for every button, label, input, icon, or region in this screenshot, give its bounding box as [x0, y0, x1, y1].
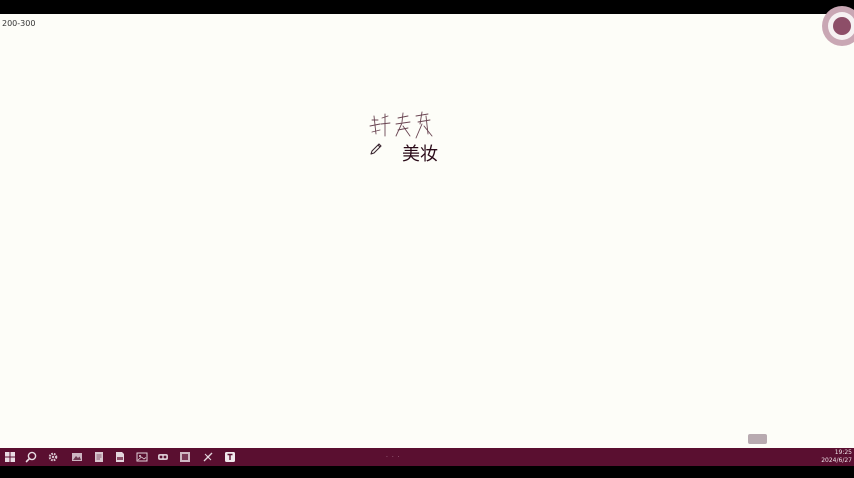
mixed-reality-icon[interactable]: [156, 450, 170, 464]
search-icon[interactable]: [24, 450, 38, 464]
camera-lens-icon: [833, 17, 851, 35]
scroll-thumb[interactable]: [748, 434, 767, 444]
pencil-icon[interactable]: [369, 142, 383, 156]
sketch-tool-icon[interactable]: [201, 450, 215, 464]
gallery-icon[interactable]: [178, 450, 192, 464]
text-app-icon[interactable]: [223, 450, 237, 464]
handwritten-strokes: [369, 111, 433, 139]
page-range-label: 200-300: [2, 19, 36, 28]
document-icon[interactable]: [113, 450, 127, 464]
camera-overlay: [822, 6, 854, 46]
clock-time: 19:25: [834, 449, 852, 456]
system-clock[interactable]: 19:25 2024/6/27: [821, 449, 852, 465]
photos-icon[interactable]: [70, 450, 84, 464]
note-canvas[interactable]: 200-300 美妆: [0, 6, 854, 448]
screen: 200-300 美妆 · · · 19:25 2024/6/27: [0, 0, 854, 478]
notes-icon[interactable]: [92, 450, 106, 464]
typed-word: 美妆: [402, 144, 438, 165]
image-viewer-icon[interactable]: [135, 450, 149, 464]
taskbar-divider: · · ·: [386, 454, 401, 461]
bottom-bezel: [0, 466, 854, 478]
clock-date: 2024/6/27: [821, 457, 852, 464]
settings-gear-icon[interactable]: [46, 450, 60, 464]
start-windows-icon[interactable]: [3, 450, 17, 464]
taskbar: · · · 19:25 2024/6/27: [0, 448, 854, 466]
